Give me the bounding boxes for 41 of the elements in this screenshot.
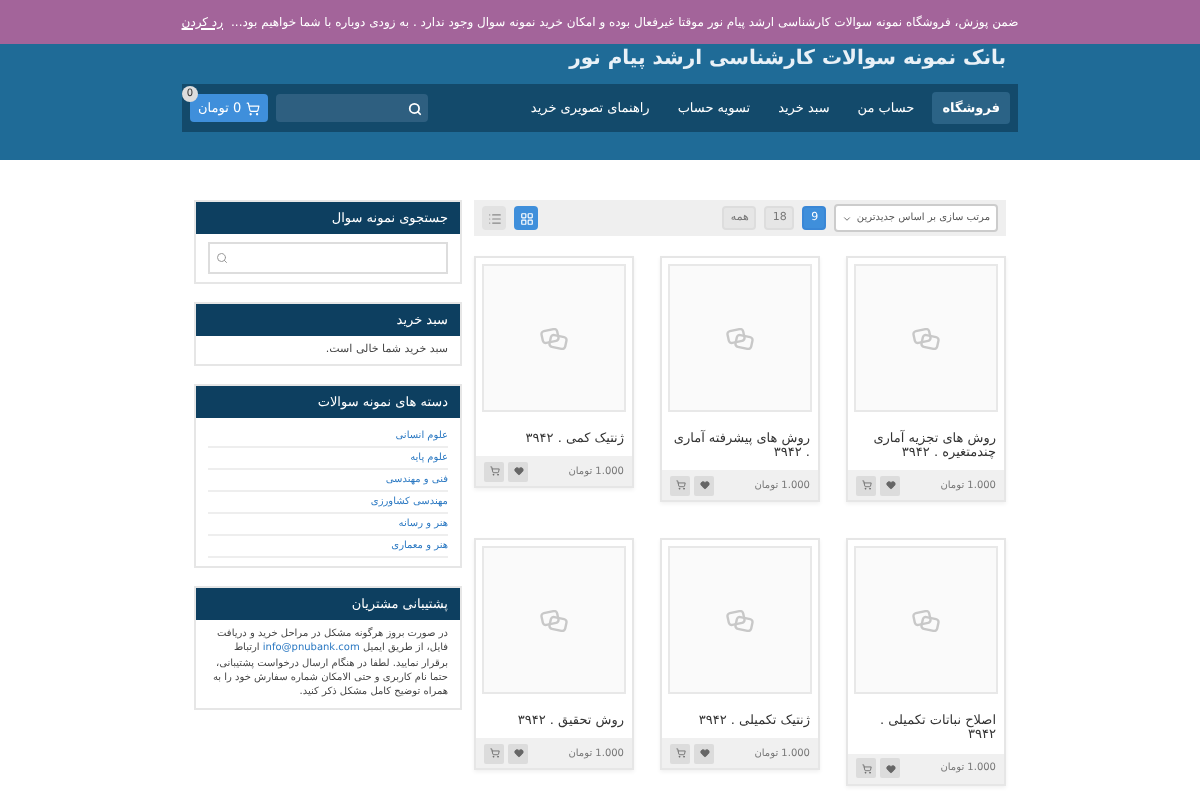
add-to-cart-button[interactable] — [670, 743, 690, 764]
grid-view-button[interactable] — [514, 206, 538, 230]
add-to-cart-button[interactable] — [670, 475, 690, 496]
cart-icon — [489, 748, 499, 759]
wishlist-button[interactable] — [694, 475, 714, 496]
cart-icon — [245, 101, 260, 115]
search-field[interactable] — [208, 242, 448, 274]
image-placeholder-icon — [540, 327, 568, 349]
image-placeholder-icon — [726, 327, 754, 349]
grid-icon — [519, 211, 533, 225]
heart-icon — [699, 748, 709, 759]
heart-icon — [885, 763, 895, 774]
chevron-down-icon — [842, 213, 853, 223]
add-to-cart-button[interactable] — [856, 475, 876, 496]
wishlist-button[interactable] — [880, 758, 900, 779]
heart-icon — [699, 480, 709, 491]
wishlist-button[interactable] — [880, 475, 900, 496]
search-icon — [216, 252, 228, 264]
cart-icon — [861, 480, 871, 491]
site-title: بانک نمونه سوالات کارشناسی ارشد پیام نور — [566, 46, 1006, 74]
heart-icon — [513, 466, 523, 477]
image-placeholder-icon — [726, 609, 754, 632]
image-placeholder-icon — [912, 609, 940, 632]
add-to-cart-button[interactable] — [484, 461, 504, 482]
heart-icon — [885, 480, 895, 491]
wishlist-button[interactable] — [694, 743, 714, 764]
add-to-cart-button[interactable] — [484, 743, 504, 764]
list-icon — [487, 211, 501, 225]
wishlist-button[interactable] — [508, 461, 528, 482]
heart-icon — [513, 748, 523, 759]
cart-icon — [675, 480, 685, 491]
search-icon — [407, 101, 422, 115]
image-placeholder-icon — [540, 609, 568, 632]
cart-icon — [489, 466, 499, 477]
list-view-button[interactable] — [482, 206, 506, 230]
add-to-cart-button[interactable] — [856, 758, 876, 779]
search-field[interactable] — [275, 94, 428, 122]
wishlist-button[interactable] — [508, 743, 528, 764]
image-placeholder-icon — [912, 327, 940, 349]
cart-icon — [675, 748, 685, 759]
cart-icon — [861, 763, 871, 774]
